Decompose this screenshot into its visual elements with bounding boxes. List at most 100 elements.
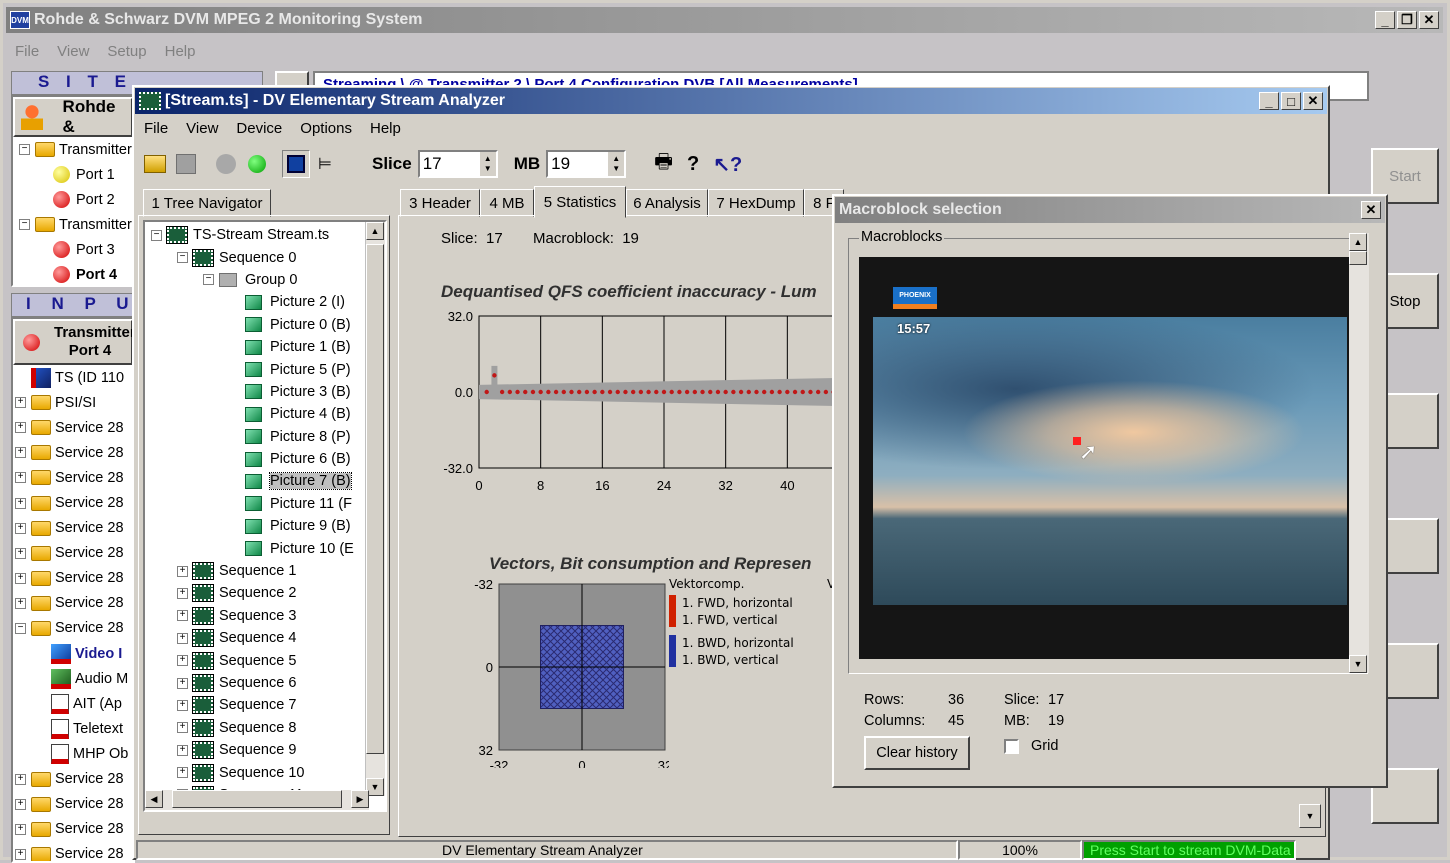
nav-tree-item[interactable]: + Sequence 5 xyxy=(151,649,385,671)
nav-tree-item[interactable]: − TS-Stream Stream.ts xyxy=(151,224,385,246)
nav-tree-item[interactable]: Picture 0 (B) xyxy=(151,314,385,336)
close-icon[interactable]: ✕ xyxy=(1303,92,1323,110)
tab-header[interactable]: 3 Header xyxy=(400,189,480,217)
scroll-down-icon[interactable]: ▼ xyxy=(1299,804,1321,828)
nav-tree-item[interactable]: + Sequence 10 xyxy=(151,761,385,783)
nav-tree-item[interactable]: Picture 11 (F xyxy=(151,493,385,515)
help-icon[interactable]: ? xyxy=(687,153,699,176)
expand-icon[interactable]: + xyxy=(177,565,188,577)
expand-icon[interactable]: + xyxy=(177,610,188,622)
nav-tree-item[interactable]: − Group 0 xyxy=(151,269,385,291)
nav-tree-item[interactable]: Picture 4 (B) xyxy=(151,403,385,425)
tree-view-icon[interactable]: ⊨ xyxy=(318,154,338,174)
input-tree-item[interactable]: − Service 28 xyxy=(15,616,133,641)
expand-icon[interactable]: + xyxy=(15,522,26,534)
grid-checkbox[interactable] xyxy=(1004,738,1019,754)
nav-tree-item[interactable]: Picture 1 (B) xyxy=(151,336,385,358)
site-tree-item[interactable]: − Transmitter xyxy=(19,137,133,162)
expand-icon[interactable]: + xyxy=(15,798,26,810)
expand-icon[interactable]: + xyxy=(15,397,26,409)
nav-tree-item[interactable]: − Sequence 0 xyxy=(151,246,385,268)
collapse-icon[interactable]: − xyxy=(15,622,26,634)
menu-view[interactable]: View xyxy=(57,43,89,60)
nav-hscroll[interactable]: ◀ ▶ xyxy=(145,790,369,810)
collapse-icon[interactable]: − xyxy=(177,252,188,264)
input-tree-item[interactable]: + Service 28 xyxy=(15,566,133,591)
collapse-icon[interactable]: − xyxy=(19,144,30,155)
expand-icon[interactable]: + xyxy=(177,767,188,779)
expand-icon[interactable]: + xyxy=(177,677,188,689)
maximize-icon[interactable]: □ xyxy=(1281,92,1301,110)
expand-icon[interactable]: + xyxy=(15,497,26,509)
expand-icon[interactable]: + xyxy=(177,699,188,711)
slice-input[interactable]: 17 ▲ ▼ xyxy=(417,150,498,178)
tab-statistics[interactable]: 5 Statistics xyxy=(534,186,626,218)
expand-icon[interactable]: + xyxy=(177,587,188,599)
nav-tree-item[interactable]: + Sequence 6 xyxy=(151,672,385,694)
nav-tree-item[interactable]: + Sequence 2 xyxy=(151,582,385,604)
expand-icon[interactable]: + xyxy=(15,422,26,434)
nav-tree-item[interactable]: Picture 5 (P) xyxy=(151,358,385,380)
input-tree-item[interactable]: + Service 28 xyxy=(15,541,133,566)
nav-tree-item[interactable]: + Sequence 7 xyxy=(151,694,385,716)
tab-tree-navigator[interactable]: 1 Tree Navigator xyxy=(143,189,271,217)
nav-tree-item[interactable]: Picture 8 (P) xyxy=(151,426,385,448)
site-tree-item[interactable]: Port 1 xyxy=(19,162,133,187)
scroll-left-icon[interactable]: ◀ xyxy=(145,790,163,808)
nav-tree-item[interactable]: Picture 7 (B) xyxy=(151,470,385,492)
hscroll-thumb[interactable] xyxy=(172,790,342,808)
collapse-icon[interactable]: − xyxy=(19,219,30,230)
expand-icon[interactable]: + xyxy=(177,722,188,734)
expand-icon[interactable]: + xyxy=(15,597,26,609)
nav-tree-item[interactable]: + Sequence 9 xyxy=(151,739,385,761)
menu-help[interactable]: Help xyxy=(165,43,196,60)
input-tree-item[interactable]: + Service 28 xyxy=(15,415,133,440)
menu-setup[interactable]: Setup xyxy=(107,43,146,60)
scroll-thumb[interactable] xyxy=(366,244,384,754)
save-icon[interactable] xyxy=(176,154,196,174)
video-frame[interactable]: PHOENIX 15:57 ➚ xyxy=(859,257,1361,659)
menu-help[interactable]: Help xyxy=(370,120,401,137)
scroll-down-icon[interactable]: ▼ xyxy=(1349,655,1367,673)
context-help-icon[interactable]: ↖? xyxy=(713,152,742,177)
restore-icon[interactable]: ❐ xyxy=(1397,11,1417,29)
nav-tree-item[interactable]: Picture 3 (B) xyxy=(151,381,385,403)
input-tree-item[interactable]: Video I xyxy=(15,641,133,666)
scroll-up-icon[interactable]: ▲ xyxy=(366,222,384,240)
input-tree-item[interactable]: + Service 28 xyxy=(15,516,133,541)
input-tree-item[interactable]: TS (ID 110 xyxy=(15,365,133,390)
nav-tree-item[interactable]: Picture 9 (B) xyxy=(151,515,385,537)
grid-checkbox-row[interactable]: Grid xyxy=(1004,738,1058,754)
expand-icon[interactable]: + xyxy=(15,572,26,584)
scroll-thumb[interactable] xyxy=(1349,251,1367,265)
open-folder-icon[interactable] xyxy=(144,155,166,173)
print-icon[interactable]: 🖶 xyxy=(654,147,673,181)
spin-icon[interactable]: ▲ ▼ xyxy=(608,152,625,176)
menu-device[interactable]: Device xyxy=(236,120,282,137)
input-tree-item[interactable]: Teletext xyxy=(15,716,133,741)
input-tree-item[interactable]: + PSI/SI xyxy=(15,390,133,415)
expand-icon[interactable]: + xyxy=(177,655,188,667)
nav-tree-item[interactable]: Picture 10 (E xyxy=(151,537,385,559)
tab-mb[interactable]: 4 MB xyxy=(480,189,534,217)
mb-input[interactable]: 19 ▲ ▼ xyxy=(546,150,627,178)
minimize-icon[interactable]: _ xyxy=(1375,11,1395,29)
nav-tree-item[interactable]: Picture 2 (I) xyxy=(151,291,385,313)
nav-tree-item[interactable]: + Sequence 3 xyxy=(151,605,385,627)
input-tree-item[interactable]: + Service 28 xyxy=(15,440,133,465)
menu-options[interactable]: Options xyxy=(300,120,352,137)
expand-icon[interactable]: + xyxy=(15,547,26,559)
input-tree-item[interactable]: + Service 28 xyxy=(15,591,133,616)
site-tree-item[interactable]: Port 4 xyxy=(19,262,133,285)
tab-hexdump[interactable]: 7 HexDump xyxy=(708,189,804,217)
nav-tree-item[interactable]: + Sequence 1 xyxy=(151,560,385,582)
scroll-right-icon[interactable]: ▶ xyxy=(351,790,369,808)
close-icon[interactable]: ✕ xyxy=(1361,201,1381,219)
expand-icon[interactable]: + xyxy=(15,447,26,459)
input-tree-item[interactable]: + Service 28 xyxy=(15,465,133,490)
expand-icon[interactable]: + xyxy=(15,472,26,484)
expand-icon[interactable]: + xyxy=(15,848,26,860)
scroll-up-icon[interactable]: ▲ xyxy=(1349,233,1367,251)
expand-icon[interactable]: + xyxy=(177,744,188,756)
input-tree-item[interactable]: Audio M xyxy=(15,666,133,691)
